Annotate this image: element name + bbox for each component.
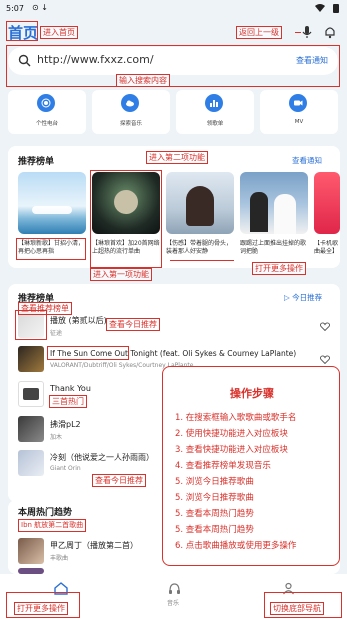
song-title[interactable]: 拂滑pL2	[50, 419, 81, 430]
annotation-box-second	[90, 170, 162, 268]
battery-icon	[333, 4, 339, 13]
annotation-box-first	[16, 238, 86, 260]
annotation-more-right: 打开更多操作	[252, 262, 306, 275]
song-title[interactable]: Thank You	[50, 384, 91, 393]
song-artist: 征途	[50, 330, 63, 337]
playlist-caption: 跟踢过上面推出挂掉的歌词把脆	[240, 240, 307, 255]
tile-label: MV	[294, 119, 304, 125]
heart-icon[interactable]	[320, 355, 330, 364]
status-bar: 5:07 ⊙ ↓	[0, 0, 347, 18]
annotation-arrow	[170, 260, 234, 261]
status-icons: ⊙ ↓	[32, 3, 48, 12]
song-cover[interactable]	[18, 381, 44, 407]
step-item: 5. 查看本周热门趋势	[175, 525, 254, 535]
cloud-icon	[121, 94, 139, 112]
playlist-caption: 【卡机歌曲最全】	[314, 240, 339, 255]
annotation-box-home	[6, 21, 38, 41]
annotation-search: 输入搜索内容	[116, 74, 170, 87]
annotation-daily: 查看今日推荐	[106, 318, 160, 331]
song-cover[interactable]	[18, 538, 44, 564]
annotation-box-rank	[15, 310, 47, 340]
steps-title: 操作步骤	[230, 387, 274, 400]
song-artist: 加木	[50, 434, 63, 441]
step-item: 5. 浏览今日推荐歌曲	[175, 493, 254, 503]
tile-mv[interactable]: MV	[260, 90, 338, 134]
annotation-first: 进入第一项功能	[90, 268, 152, 281]
song-artist: 丰歌曲	[50, 555, 69, 562]
radio-icon	[37, 94, 55, 112]
status-time: 5:07	[6, 4, 24, 13]
tile-explore[interactable]: 探索音乐	[92, 90, 170, 134]
playlist-cover-3[interactable]	[166, 172, 234, 234]
tile-radio[interactable]: 个性电台	[8, 90, 86, 134]
annotation-box-search	[6, 45, 340, 87]
step-item: 3. 查看快捷功能进入对应板块	[175, 445, 288, 455]
quick-function-tiles: 个性电台 探索音乐 领歌单 MV	[8, 90, 338, 134]
microphone-icon[interactable]	[300, 25, 314, 39]
playlist-cover-4[interactable]	[240, 172, 308, 234]
annotation-weekly-tag: Ibn 航放第二首歌曲	[18, 519, 87, 532]
step-item: 5. 浏览今日推荐歌曲	[175, 477, 254, 487]
chart-icon	[205, 94, 223, 112]
section-title-rank: 推荐榜单	[18, 157, 55, 167]
annotation-connector	[295, 32, 301, 33]
wifi-icon	[315, 4, 325, 12]
playlist-caption: 【伤感】带着腿的骨头，装着那人好安静	[166, 240, 233, 255]
instruction-steps-panel: 操作步骤 1. 在搜索框输入歌歌曲或歌手名 2. 使用快捷功能进入对应板块 3.…	[162, 366, 340, 566]
annotation-box-song	[47, 346, 129, 360]
playlist-cover-1[interactable]	[18, 172, 86, 234]
tile-label: 领歌单	[206, 121, 224, 127]
nav-label-music: 音乐	[167, 600, 180, 607]
tile-playlist[interactable]: 领歌单	[176, 90, 254, 134]
song-title[interactable]: 甲乙周丁（播放第二首）	[50, 540, 138, 551]
annotation-home: 进入首页	[40, 26, 78, 39]
step-item: 6. 点击歌曲播放或使用更多操作	[175, 541, 297, 551]
video-icon	[289, 94, 307, 112]
annotation-second: 进入第二项功能	[146, 151, 208, 164]
tile-label: 探索音乐	[119, 121, 142, 127]
annotation-hot: 三首热门	[49, 395, 87, 408]
annotation-nav: 切换底部导航	[270, 602, 324, 615]
song-title[interactable]: 冷刻（他说爱之一人孙雨雨）	[50, 452, 160, 463]
annotation-more-ops: 打开更多操作	[14, 602, 68, 615]
playlist-cover-5[interactable]	[314, 172, 340, 234]
annotation-daily2: 查看今日推荐	[92, 474, 146, 487]
song-artist: Giant Orin	[50, 465, 81, 472]
heart-icon[interactable]	[320, 322, 330, 331]
step-item: 4. 查看推荐榜单发现音乐	[175, 461, 271, 471]
bell-icon[interactable]	[323, 25, 337, 39]
song-cover[interactable]	[18, 416, 44, 442]
song-title[interactable]: 播放 (第贰以后)	[50, 315, 107, 326]
song-cover[interactable]	[18, 346, 44, 372]
step-item: 5. 查看本周热门趋势	[175, 509, 254, 519]
section-title-weekly: 本周热门趋势	[18, 508, 73, 518]
tile-label: 个性电台	[35, 121, 58, 127]
song-cover[interactable]	[18, 450, 44, 476]
step-item: 1. 在搜索框输入歌歌曲或歌手名	[175, 413, 297, 423]
annotation-back: 返回上一级	[236, 26, 282, 39]
step-item: 2. 使用快捷功能进入对应板块	[175, 429, 288, 439]
daily-recommend-link[interactable]: ▷ 今日推荐	[284, 292, 322, 303]
headphones-icon[interactable]	[168, 582, 181, 595]
rank-view-link[interactable]: 查看通知	[292, 155, 322, 166]
